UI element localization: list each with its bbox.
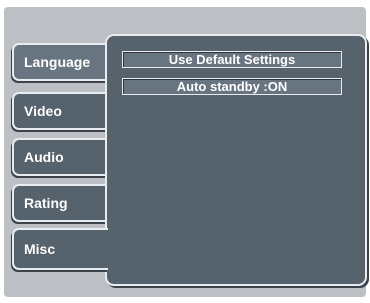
settings-panel — [105, 34, 367, 286]
tab-misc[interactable]: Misc — [12, 228, 108, 270]
option-label: Auto standby :ON — [176, 79, 288, 94]
tab-label: Video — [24, 103, 62, 119]
use-default-settings-button[interactable]: Use Default Settings — [122, 51, 342, 68]
tab-audio[interactable]: Audio — [12, 138, 108, 176]
tab-language[interactable]: Language — [12, 43, 108, 81]
auto-standby-option[interactable]: Auto standby :ON — [122, 78, 342, 95]
tab-rating[interactable]: Rating — [12, 184, 108, 222]
tab-label: Language — [24, 54, 91, 70]
tab-video[interactable]: Video — [12, 92, 108, 130]
tab-label: Rating — [24, 195, 68, 211]
tab-label: Audio — [24, 149, 64, 165]
option-label: Use Default Settings — [168, 52, 296, 67]
tab-label: Misc — [24, 241, 56, 257]
